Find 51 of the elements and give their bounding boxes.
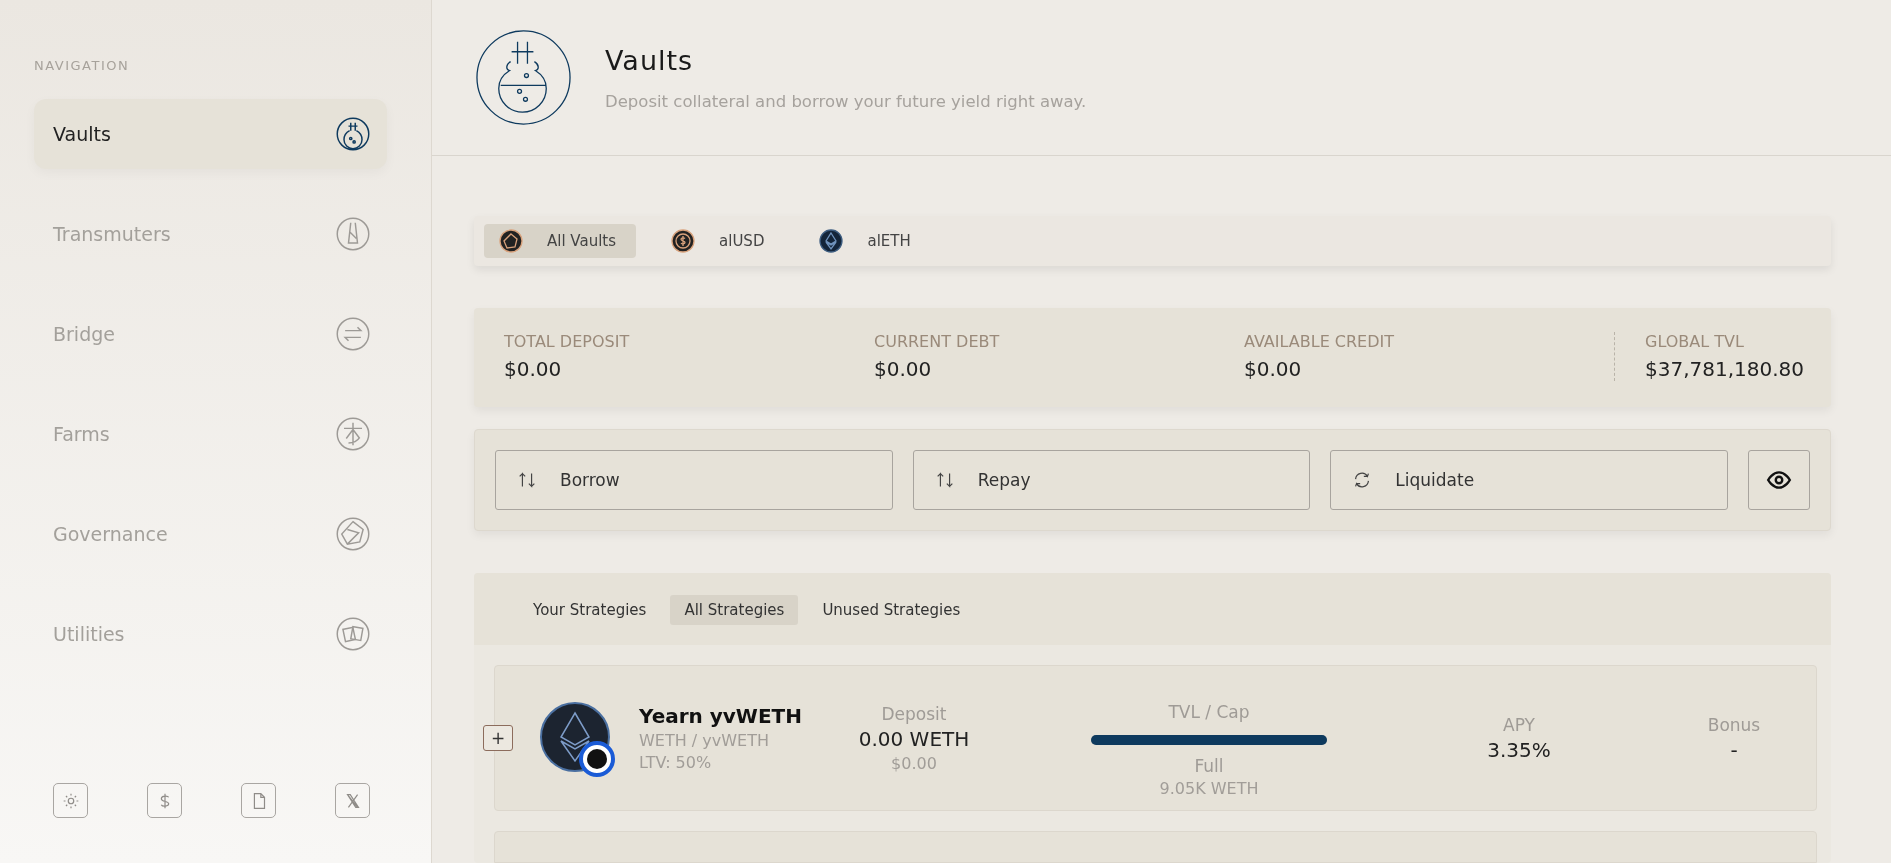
beaker-icon [335, 216, 371, 252]
x-logo-button[interactable] [335, 783, 370, 818]
deposit-amount: 0.00 WETH [858, 726, 970, 751]
section-heading: NAVIGATION [34, 58, 131, 73]
column-label: TVL / Cap [1168, 702, 1250, 722]
stat-label: AVAILABLE CREDIT [1244, 332, 1396, 351]
column-label: APY [1503, 714, 1535, 735]
page-subtitle: Deposit collateral and borrow your future yield right away. [605, 91, 1087, 111]
arrows-icon [335, 316, 371, 352]
stat-value: $0.00 [504, 357, 563, 381]
tvl-status: Full [1194, 756, 1224, 776]
nav-item[interactable]: Vaults [34, 99, 387, 169]
strategy-tab[interactable]: All Strategies [670, 595, 799, 625]
stat-label: GLOBAL TVL [1645, 332, 1745, 351]
strategy-tab[interactable]: Unused Strategies [808, 595, 975, 625]
page-title: Vaults [605, 44, 695, 76]
strategy-name: Yearn yvWETH [639, 704, 803, 728]
vault-tab[interactable]: All Vaults [484, 224, 637, 258]
cards-icon [335, 616, 371, 652]
tree-icon [335, 416, 371, 452]
dollar-coin-icon [671, 229, 696, 253]
expand-button[interactable]: + [483, 725, 513, 751]
cap-amount: 9.05K WETH [1159, 779, 1259, 798]
column-label: Deposit [881, 703, 947, 724]
stat-label: TOTAL DEPOSIT [504, 332, 631, 351]
crystal-icon [335, 516, 371, 552]
dollar-button[interactable] [147, 783, 182, 818]
ltv-text: LTV: 50% [639, 753, 713, 772]
document-button[interactable] [241, 783, 276, 818]
column-label: Bonus [1707, 714, 1761, 735]
bonus-value: - [1730, 737, 1738, 762]
vault-flask-icon [335, 116, 371, 152]
ethereum-token-icon [539, 701, 615, 777]
apy-value: 3.35% [1487, 737, 1551, 762]
stat-value: $37,781,180.80 [1645, 357, 1805, 381]
visibility-button[interactable] [1748, 450, 1810, 510]
flask-logo-icon [474, 28, 573, 127]
vault-tab[interactable]: alUSD [656, 224, 785, 258]
stat-label: CURRENT DEBT [874, 332, 1001, 351]
vault-tab[interactable]: alETH [804, 224, 931, 258]
deposit-usd: $0.00 [891, 753, 937, 773]
stat-value: $0.00 [1244, 357, 1303, 381]
token-icon [499, 229, 523, 253]
sun-button[interactable] [53, 783, 88, 818]
ethereum-coin-icon [819, 229, 844, 253]
action-button[interactable]: Liquidate [1330, 450, 1728, 510]
action-button[interactable]: Borrow [495, 450, 893, 510]
strategy-tab[interactable]: Your Strategies [519, 595, 661, 625]
action-button[interactable]: Repay [912, 450, 1311, 510]
token-pair: WETH / yvWETH [639, 731, 770, 750]
stat-value: $0.00 [874, 357, 933, 381]
